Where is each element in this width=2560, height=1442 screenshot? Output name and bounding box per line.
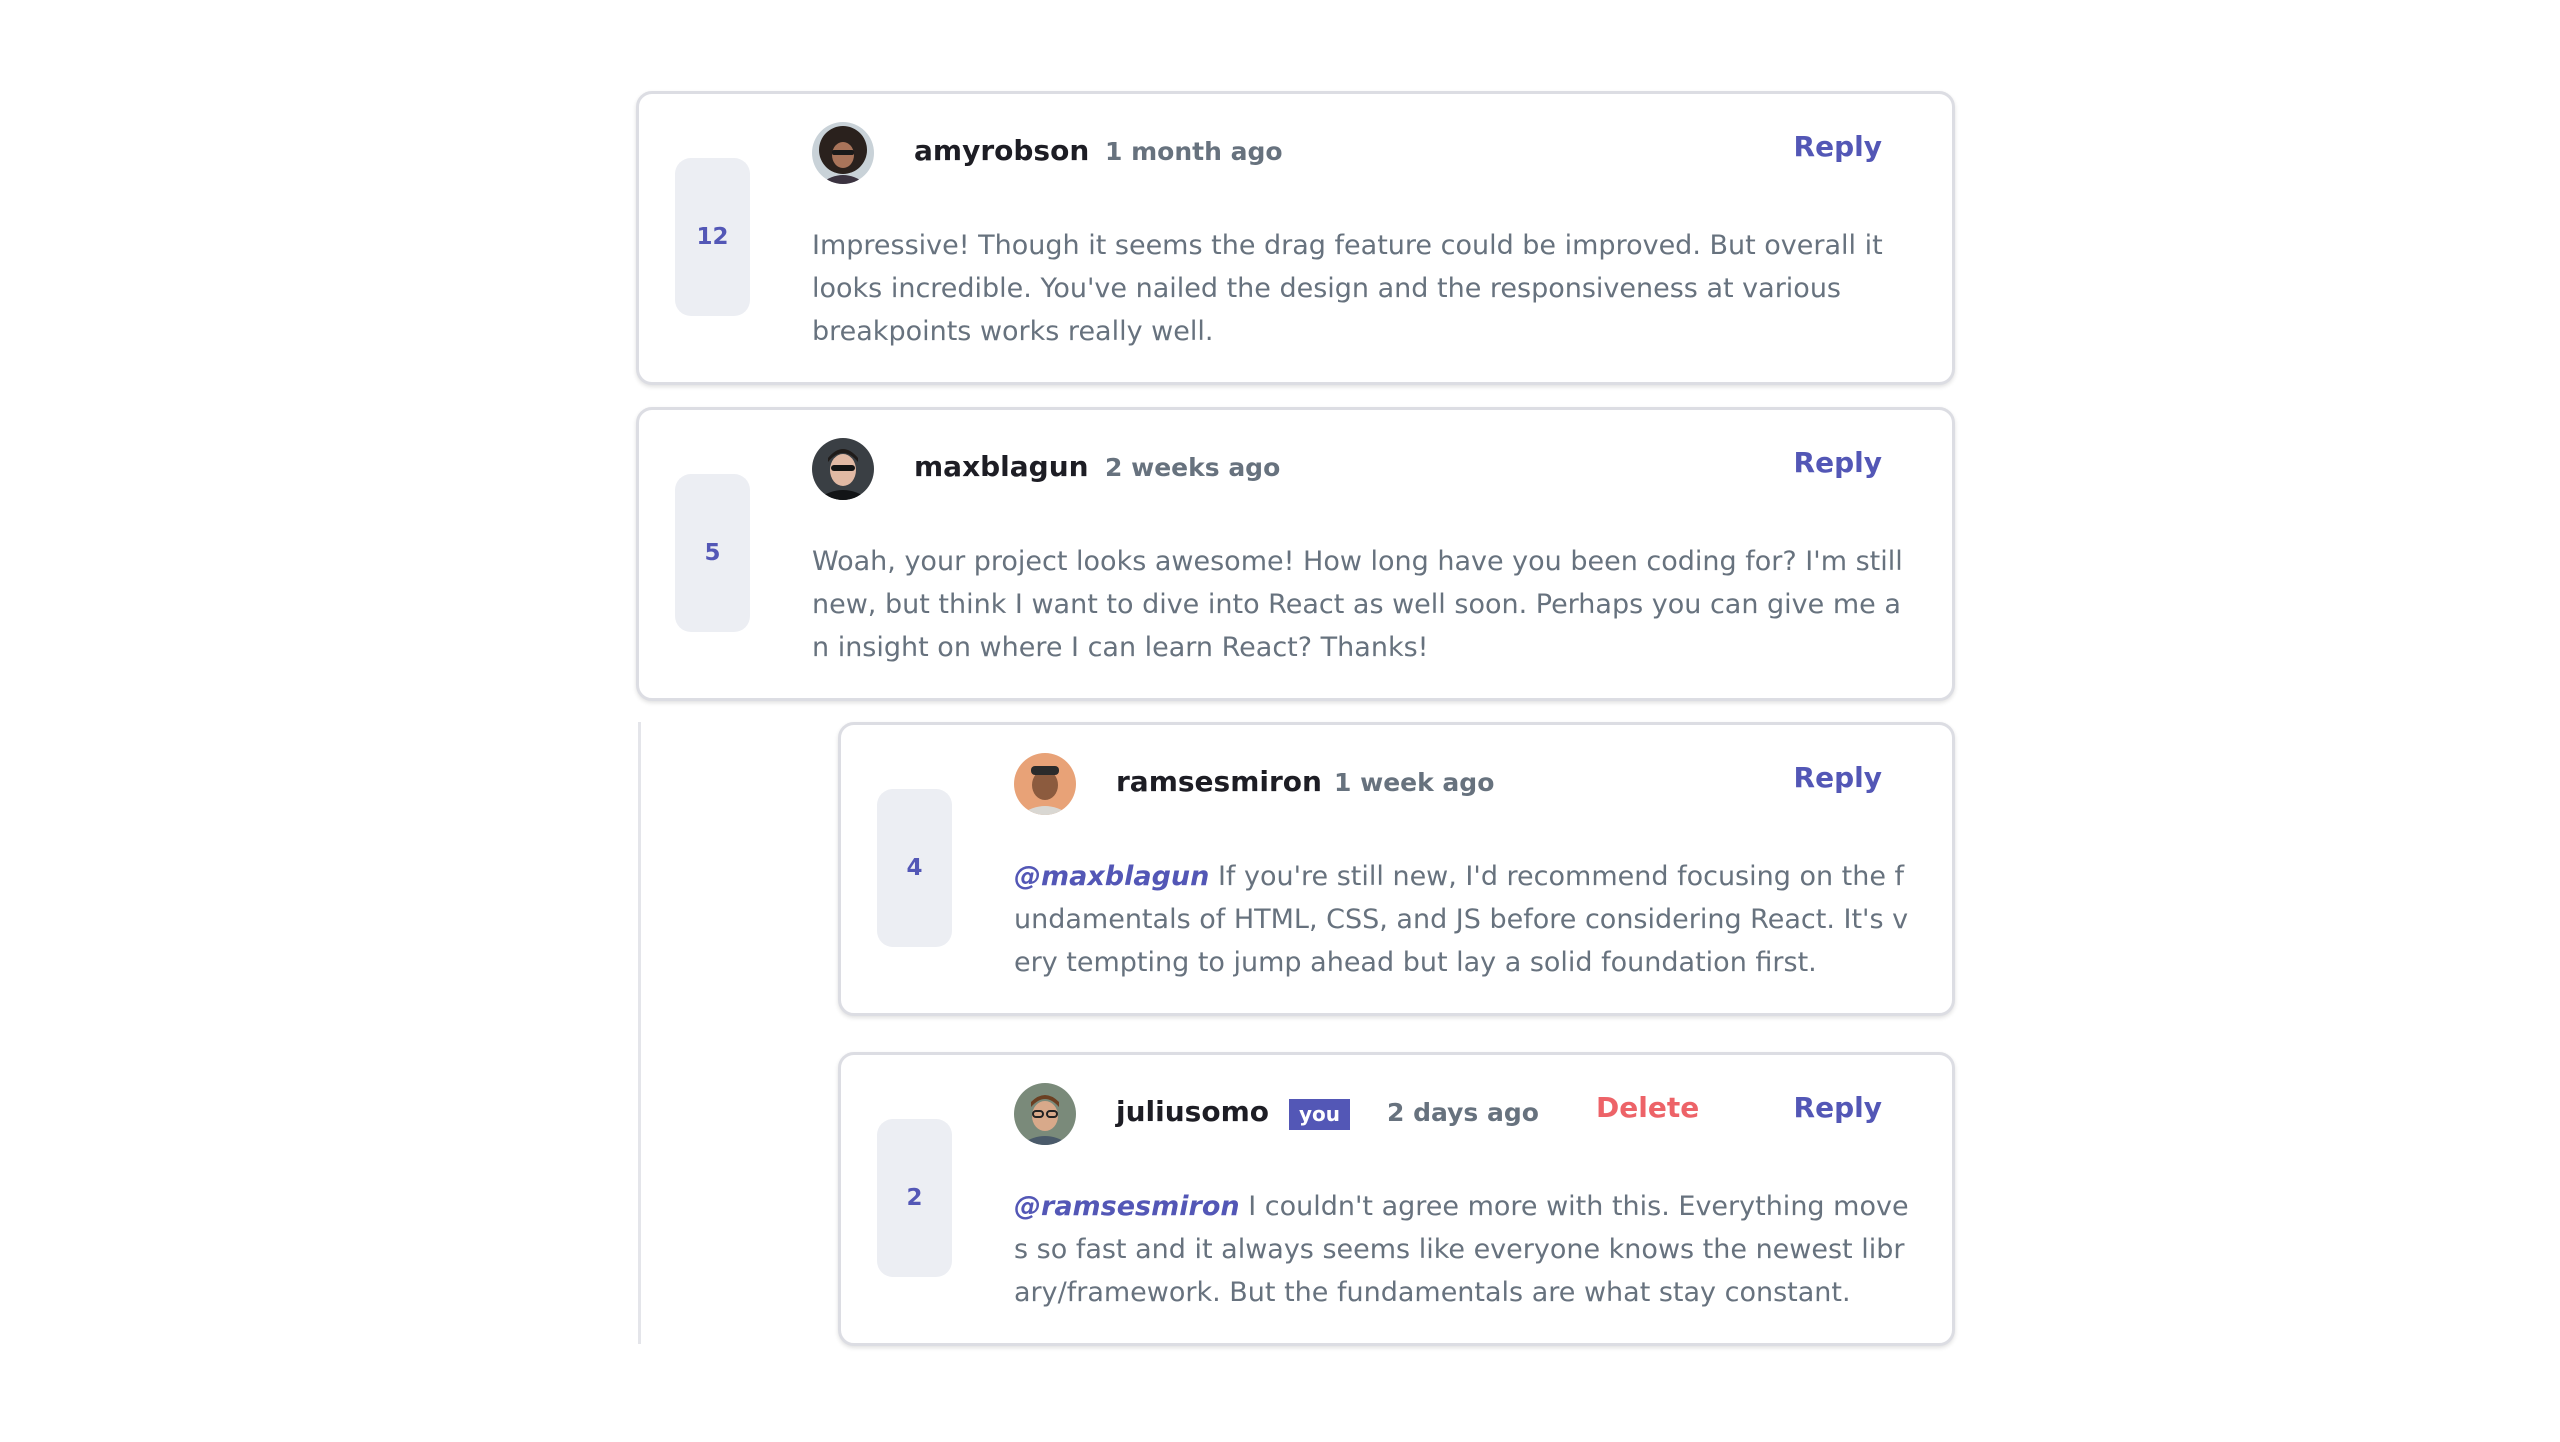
vote-score: 5 [704,540,721,566]
reply-button[interactable]: Reply [1794,761,1882,794]
reply-thread-line [638,722,641,1344]
comment-body: Impressive! Though it seems the drag fea… [812,230,1883,347]
comment-card: 12 amyrobson 1 month ago Reply Impressiv… [636,91,1955,385]
avatar-amyrobson-icon [812,122,874,184]
vote-counter[interactable]: 12 [675,158,750,316]
reply-body: @maxblagun If you're still new, I'd reco… [1014,855,1916,984]
vote-counter[interactable]: 2 [877,1119,952,1277]
delete-button[interactable]: Delete [1596,1091,1699,1124]
timestamp: 2 weeks ago [1105,453,1281,482]
you-badge: you [1289,1099,1351,1130]
avatar-juliusomo-icon [1014,1083,1076,1145]
timestamp: 1 week ago [1334,768,1495,797]
reply-button[interactable]: Reply [1794,446,1882,479]
avatar-ramsesmiron-icon [1014,753,1076,815]
username[interactable]: juliusomo [1116,1095,1269,1128]
vote-score: 12 [696,224,729,250]
username[interactable]: amyrobson [914,134,1089,167]
timestamp: 2 days ago [1387,1098,1539,1127]
vote-score: 4 [906,855,923,881]
username[interactable]: ramsesmiron [1116,765,1322,798]
reply-card: 2 juliusomo you 2 days ago Delete Reply … [838,1052,1955,1346]
username[interactable]: maxblagun [914,450,1089,483]
avatar [812,122,874,184]
avatar [1014,1083,1076,1145]
reply-button[interactable]: Reply [1794,1091,1882,1124]
vote-counter[interactable]: 5 [675,474,750,632]
reply-body: @ramsesmiron I couldn't agree more with … [1014,1185,1916,1314]
timestamp: 1 month ago [1105,137,1283,166]
comments-thread: 12 amyrobson 1 month ago Reply Impressiv… [0,0,2560,1442]
mention-link[interactable]: @ramsesmiron [1014,1191,1240,1222]
mention-link[interactable]: @maxblagun [1014,861,1209,892]
reply-card: 4 ramsesmiron 1 week ago Reply @maxblagu… [838,722,1955,1016]
avatar [812,438,874,500]
reply-button[interactable]: Reply [1794,130,1882,163]
vote-counter[interactable]: 4 [877,789,952,947]
comment-body: Woah, your project looks awesome! How lo… [812,546,1903,663]
avatar-maxblagun-icon [812,438,874,500]
vote-score: 2 [906,1185,923,1211]
comment-card: 5 maxblagun 2 weeks ago Reply Woah, your… [636,407,1955,701]
avatar [1014,753,1076,815]
